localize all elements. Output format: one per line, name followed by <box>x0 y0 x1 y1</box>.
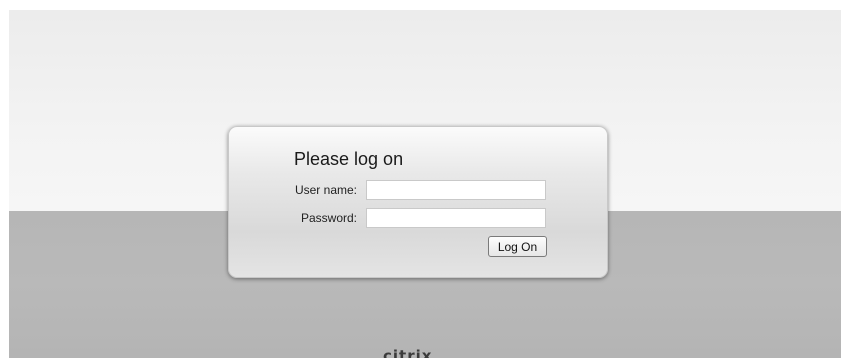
username-input[interactable] <box>366 180 546 200</box>
login-panel: Please log on User name: Password: Log O… <box>228 126 608 278</box>
password-label: Password: <box>300 211 357 225</box>
login-page: Please log on User name: Password: Log O… <box>9 10 841 358</box>
log-on-button[interactable]: Log On <box>488 236 547 257</box>
username-label: User name: <box>294 183 357 197</box>
citrix-logo: citrix <box>383 347 433 358</box>
password-input[interactable] <box>366 208 546 228</box>
login-title: Please log on <box>294 149 404 169</box>
